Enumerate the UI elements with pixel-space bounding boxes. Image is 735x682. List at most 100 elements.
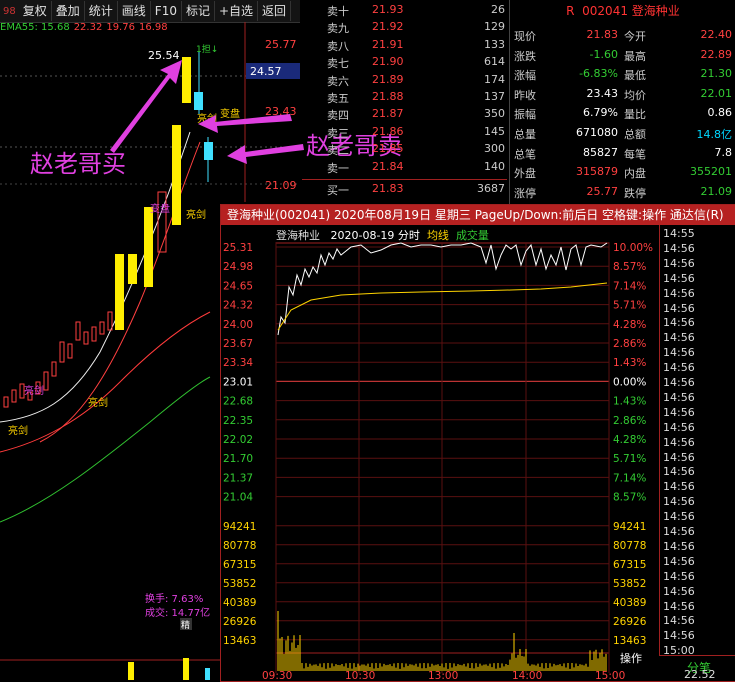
orderbook-row[interactable]: 卖二 21.85 300 xyxy=(302,142,507,158)
quote-right-value: 7.8 xyxy=(714,145,733,159)
time-axis-label: 15:00 xyxy=(595,670,625,681)
time-axis-label: 10:30 xyxy=(345,670,375,681)
intraday-popup[interactable]: 登海种业(002041) 2020年08月19日 星期三 PageUp/Down… xyxy=(220,204,735,682)
volume-axis-right: 40389 xyxy=(613,597,646,609)
quote-right-value: 21.09 xyxy=(700,184,733,198)
volume-axis-right: 53852 xyxy=(613,578,646,590)
orderbook-price: 21.85 xyxy=(372,142,404,156)
candle-yellow xyxy=(128,254,137,284)
quote-right-value: 0.86 xyxy=(707,106,733,120)
volume-axis-right: 13463 xyxy=(613,635,646,647)
volume-axis-left: 53852 xyxy=(223,578,256,590)
timeline-time: 14:56 xyxy=(663,629,695,643)
marker-label: 亮剑 xyxy=(186,208,206,221)
candle-yellow xyxy=(144,207,153,287)
right-axis-label: 4.28% xyxy=(613,319,646,331)
timeline-time: 14:56 xyxy=(663,465,695,479)
draw-line-button[interactable]: 画线 xyxy=(118,1,151,21)
volume-axis-right: 67315 xyxy=(613,559,646,571)
orderbook-row[interactable]: 卖七 21.90 614 xyxy=(302,55,507,71)
orderbook-row[interactable]: 卖九 21.92 129 xyxy=(302,20,507,36)
marker-label: 亮剑 xyxy=(8,424,28,437)
orderbook-volume: 137 xyxy=(484,90,505,103)
quote-right-label: 量比 xyxy=(624,108,646,122)
orderbook-volume: 350 xyxy=(484,107,505,121)
price-axis-label: 21.09 xyxy=(265,179,297,192)
overlay-button[interactable]: 叠加 xyxy=(52,1,85,21)
orderbook-price: 21.83 xyxy=(372,182,404,195)
timeline-time: 14:56 xyxy=(663,361,695,375)
orderbook-volume: 300 xyxy=(484,142,505,156)
orderbook-row[interactable]: 卖三 21.86 145 xyxy=(302,125,507,141)
back-button[interactable]: 返回 xyxy=(258,1,292,21)
orderbook-row[interactable]: 卖一 21.84 140 xyxy=(302,160,507,176)
time-axis-label: 14:00 xyxy=(512,670,542,681)
right-axis-label: 7.14% xyxy=(613,472,646,484)
ma-value: 19.76 xyxy=(106,22,135,33)
left-axis-label: 23.01 xyxy=(223,376,253,388)
restore-rights-button[interactable]: 复权 xyxy=(19,1,52,21)
quote-row: 外盘 315879 内盘 355201 xyxy=(510,165,735,183)
quote-code: 002041 xyxy=(582,4,628,18)
quote-left-value: -6.83% xyxy=(579,67,618,81)
volume-axis-right: 80778 xyxy=(613,540,646,552)
volume-axis-left: 40389 xyxy=(223,597,256,609)
orderbook-level: 卖五 xyxy=(327,92,349,105)
orderbook-row[interactable]: 卖六 21.89 174 xyxy=(302,73,507,89)
orderbook-row[interactable]: 买一 21.83 3687 xyxy=(302,182,507,198)
tick-timeline[interactable]: 14:55 14:56 14:56 14:56 14:56 14:56 14:56 14:56… xyxy=(659,225,735,657)
quote-left-value: 21.83 xyxy=(586,28,619,41)
quote-left-label: 总笔 xyxy=(514,147,536,161)
quote-left-label: 外盘 xyxy=(514,167,536,181)
orderbook-level: 卖二 xyxy=(327,144,349,158)
bottom-tag: 精 xyxy=(181,619,190,631)
f10-button[interactable]: F10 xyxy=(151,1,182,21)
ma-value: 16.98 xyxy=(138,22,168,33)
volume-axis-left: 94241 xyxy=(223,521,256,533)
sell-arrow2-icon xyxy=(227,144,304,164)
orderbook-price: 21.89 xyxy=(372,72,404,86)
quote-row: 振幅 6.79% 量比 0.86 xyxy=(510,106,735,124)
quote-right-label: 每笔 xyxy=(624,147,646,161)
ma-red-line xyxy=(0,311,211,453)
orderbook-row[interactable]: 卖五 21.88 137 xyxy=(302,90,507,106)
turnover-label: 换手: 7.63% xyxy=(145,592,203,605)
popup-titlebar[interactable]: 登海种业(002041) 2020年08月19日 星期三 PageUp/Down… xyxy=(221,205,735,225)
quote-right-label: 均价 xyxy=(624,88,646,102)
toolbar-left-fragment: 98 xyxy=(3,5,16,17)
orderbook-price: 21.92 xyxy=(372,20,404,34)
intraday-chart[interactable]: 25.31 10.00% 24.98 8.57% 24.65 7.14% 24.32 5.71… xyxy=(221,225,659,681)
orderbook-volume: 614 xyxy=(484,55,505,69)
quote-left-label: 昨收 xyxy=(514,88,536,102)
timeline-time: 14:56 xyxy=(663,376,695,389)
timeline-time: 14:56 xyxy=(663,346,695,360)
price-axis-label: 24.57 xyxy=(250,65,282,78)
mark-button[interactable]: 标记 xyxy=(182,1,215,21)
orderbook-row[interactable]: 卖十 21.93 26 xyxy=(302,3,507,19)
add-watchlist-button[interactable]: +自选 xyxy=(215,1,259,21)
orderbook-row[interactable]: 卖四 21.87 350 xyxy=(302,107,507,123)
timeline-time: 14:56 xyxy=(663,405,695,419)
operate-label[interactable]: 操作 xyxy=(620,650,642,666)
amount-label: 成交: 14.77亿 xyxy=(145,606,210,619)
orderbook-volume: 3687 xyxy=(477,182,505,195)
quote-right-value: 22.89 xyxy=(700,47,733,61)
orderbook-level: 卖四 xyxy=(327,109,349,123)
orderbook-level: 卖七 xyxy=(327,57,349,71)
orderbook-level: 卖一 xyxy=(327,161,349,175)
orderbook-row[interactable]: 卖八 21.91 133 xyxy=(302,38,507,54)
quote-right-value: 355201 xyxy=(690,165,732,179)
right-axis-label: 4.28% xyxy=(613,434,646,446)
signal-label: 1担↓ xyxy=(196,43,218,55)
high-price-label: 25.54 xyxy=(148,49,180,62)
quote-row: 涨跌 -1.60 最高 22.89 xyxy=(510,48,735,66)
timeline-time: 14:56 xyxy=(663,316,695,330)
quote-right-label: 内盘 xyxy=(624,167,646,181)
statistics-button[interactable]: 统计 xyxy=(85,1,118,21)
left-axis-label: 25.31 xyxy=(223,242,253,254)
marker-label: 亮剑 xyxy=(88,396,108,409)
left-axis-label: 21.37 xyxy=(223,472,253,484)
right-axis-label: 8.57% xyxy=(613,492,646,504)
right-axis-label: 1.43% xyxy=(613,357,646,369)
left-axis-label: 24.32 xyxy=(223,300,253,312)
